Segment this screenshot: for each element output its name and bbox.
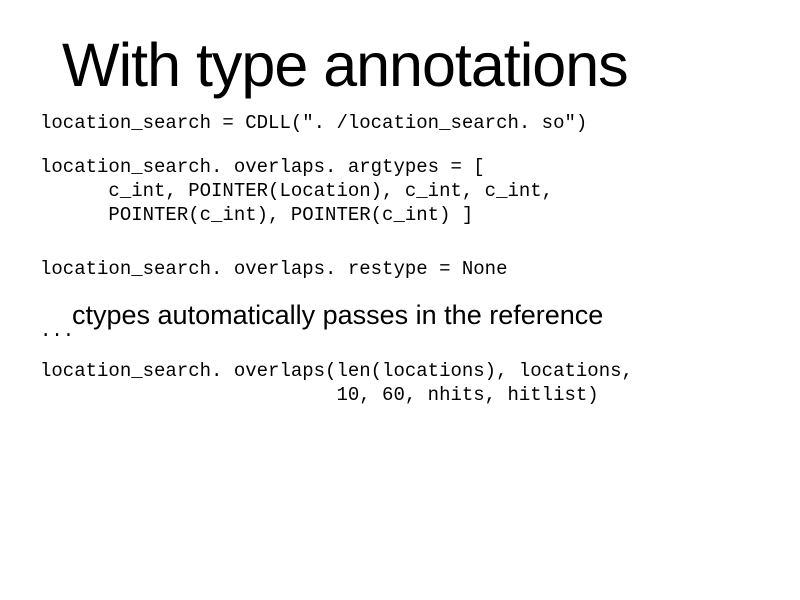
slide-title: With type annotations	[62, 30, 628, 100]
code-block-argtypes: location_search. overlaps. argtypes = [ …	[40, 156, 553, 227]
caption-text: ctypes automatically passes in the refer…	[72, 300, 603, 331]
code-block-call: location_search. overlaps(len(locations)…	[40, 360, 633, 408]
code-ellipsis: ...	[40, 320, 74, 342]
slide: With type annotations location_search = …	[0, 0, 800, 600]
code-line-restype: location_search. overlaps. restype = Non…	[40, 258, 507, 282]
code-line-cdll: location_search = CDLL(". /location_sear…	[40, 112, 587, 136]
